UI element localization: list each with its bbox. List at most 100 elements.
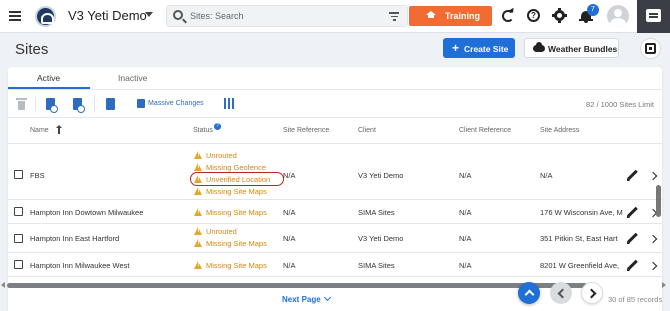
plus-icon: + bbox=[452, 41, 460, 55]
status-text: Unrouted bbox=[206, 151, 237, 160]
site-name[interactable]: FBS bbox=[30, 171, 45, 180]
info-icon[interactable]: ? bbox=[214, 123, 221, 130]
status-text: Missing Site Maps bbox=[206, 187, 267, 196]
site-address: 351 Pitkin St, East Hart bbox=[540, 234, 618, 243]
client: V3 Yeti Demo bbox=[358, 171, 404, 180]
massive-changes-icon[interactable] bbox=[137, 99, 146, 108]
sort-ascending-icon[interactable] bbox=[56, 125, 62, 134]
client-reference: N/A bbox=[459, 208, 472, 217]
weather-bundles-label: Weather Bundles bbox=[548, 44, 618, 54]
search-input[interactable]: Sites: Search bbox=[166, 5, 408, 27]
row-checkbox[interactable] bbox=[14, 207, 23, 216]
table-row[interactable]: Hampton Inn Dowtown Milwaukee Missing Si… bbox=[8, 200, 662, 224]
row-checkbox[interactable] bbox=[14, 170, 23, 179]
site-reference: N/A bbox=[283, 261, 296, 270]
status-text: Missing Site Maps bbox=[206, 239, 267, 248]
top-bar: V3 Yeti Demo Sites: Search Training ? 7 bbox=[0, 0, 670, 33]
site-address: 8201 W Greenfield Ave, bbox=[540, 261, 620, 270]
status-warning: Missing Site Maps bbox=[194, 261, 267, 270]
column-header-site-address[interactable]: Site Address bbox=[540, 127, 579, 134]
previous-page-button[interactable] bbox=[550, 282, 572, 304]
edit-icon[interactable] bbox=[627, 233, 638, 244]
export-sites-icon[interactable] bbox=[72, 98, 85, 113]
table-row[interactable]: FBS Unrouted Missing Geofence Unverified… bbox=[8, 145, 662, 200]
massive-changes-button[interactable]: Massive Changes bbox=[148, 100, 204, 107]
graduation-cap-icon bbox=[426, 11, 436, 19]
page-title: Sites bbox=[15, 41, 49, 58]
scroll-to-top-button[interactable] bbox=[518, 282, 540, 304]
column-header-site-reference[interactable]: Site Reference bbox=[283, 127, 329, 134]
next-page-link[interactable]: Next Page bbox=[282, 293, 331, 304]
menu-icon[interactable] bbox=[9, 11, 21, 21]
map-view-button[interactable] bbox=[640, 38, 661, 59]
bulk-edit-icon[interactable] bbox=[105, 98, 116, 110]
tab-active[interactable]: Active bbox=[37, 73, 60, 83]
columns-icon[interactable] bbox=[224, 98, 234, 109]
status-warning: Missing Geofence bbox=[194, 163, 266, 172]
chat-button[interactable] bbox=[637, 0, 670, 33]
next-page-button[interactable] bbox=[581, 282, 603, 304]
scroll-left-arrow[interactable] bbox=[1, 282, 5, 288]
client: V3 Yeti Demo bbox=[358, 234, 404, 243]
refresh-icon[interactable] bbox=[500, 8, 516, 24]
chevron-down-icon[interactable] bbox=[145, 12, 153, 17]
warning-icon bbox=[194, 208, 203, 216]
status-text: Missing Site Maps bbox=[206, 261, 267, 270]
status-warning: Missing Site Maps bbox=[194, 208, 267, 217]
next-page-label: Next Page bbox=[282, 295, 321, 304]
status-text: Missing Site Maps bbox=[206, 208, 267, 217]
search-placeholder: Sites: Search bbox=[190, 11, 244, 21]
scroll-right-arrow[interactable] bbox=[662, 282, 666, 288]
training-button[interactable]: Training bbox=[409, 6, 492, 26]
search-icon bbox=[173, 10, 183, 20]
vertical-scrollbar[interactable] bbox=[656, 185, 661, 217]
trash-icon[interactable] bbox=[16, 98, 27, 110]
row-checkbox[interactable] bbox=[14, 234, 23, 243]
gear-icon[interactable] bbox=[552, 8, 568, 24]
status-text: Unrouted bbox=[206, 227, 237, 236]
client: SIMA Sites bbox=[358, 261, 395, 270]
help-icon[interactable]: ? bbox=[526, 8, 542, 24]
table-row[interactable]: Hampton Inn Milwaukee West Missing Site … bbox=[8, 253, 662, 277]
chevron-right-icon[interactable] bbox=[648, 171, 658, 181]
weather-bundles-button[interactable]: Weather Bundles bbox=[524, 38, 619, 58]
edit-icon[interactable] bbox=[627, 207, 638, 218]
client-reference: N/A bbox=[459, 171, 472, 180]
site-name[interactable]: Hampton Inn Milwaukee West bbox=[30, 261, 130, 270]
warning-icon bbox=[194, 151, 203, 159]
site-reference: N/A bbox=[283, 208, 296, 217]
cloud-icon bbox=[533, 42, 545, 52]
training-label: Training bbox=[445, 11, 481, 21]
toolbar-divider bbox=[94, 96, 95, 112]
avatar[interactable] bbox=[607, 5, 629, 27]
site-name[interactable]: Hampton Inn East Hartford bbox=[30, 234, 119, 243]
notification-badge: 7 bbox=[587, 4, 599, 16]
import-sites-icon[interactable] bbox=[45, 98, 58, 113]
company-logo bbox=[35, 6, 56, 27]
column-header-status[interactable]: Status bbox=[193, 127, 213, 134]
row-checkbox[interactable] bbox=[14, 260, 23, 269]
create-site-button[interactable]: + Create Site bbox=[443, 38, 515, 58]
table-row[interactable]: Hampton Inn East Hartford Unrouted Missi… bbox=[8, 224, 662, 253]
tab-inactive[interactable]: Inactive bbox=[118, 73, 147, 83]
org-selector-label[interactable]: V3 Yeti Demo bbox=[68, 8, 147, 23]
warning-icon bbox=[194, 227, 203, 235]
status-warning: Missing Site Maps bbox=[194, 187, 267, 196]
column-header-client-reference[interactable]: Client Reference bbox=[459, 127, 511, 134]
horizontal-scrollbar[interactable] bbox=[7, 283, 587, 288]
edit-icon[interactable] bbox=[627, 170, 638, 181]
sites-card: Active Inactive Massive Changes 82 / 100… bbox=[8, 67, 662, 311]
records-count: 30 of 85 records bbox=[608, 295, 663, 304]
chat-icon bbox=[646, 9, 661, 22]
highlight-annotation bbox=[190, 172, 284, 186]
map-icon bbox=[645, 43, 656, 54]
client-reference: N/A bbox=[459, 261, 472, 270]
site-name[interactable]: Hampton Inn Dowtown Milwaukee bbox=[30, 208, 143, 217]
filter-icon[interactable] bbox=[389, 12, 399, 21]
warning-icon bbox=[194, 163, 203, 171]
chevron-right-icon[interactable] bbox=[648, 261, 658, 271]
chevron-right-icon[interactable] bbox=[648, 234, 658, 244]
column-header-client[interactable]: Client bbox=[358, 127, 376, 134]
column-header-name[interactable]: Name bbox=[30, 127, 49, 134]
edit-icon[interactable] bbox=[627, 260, 638, 271]
